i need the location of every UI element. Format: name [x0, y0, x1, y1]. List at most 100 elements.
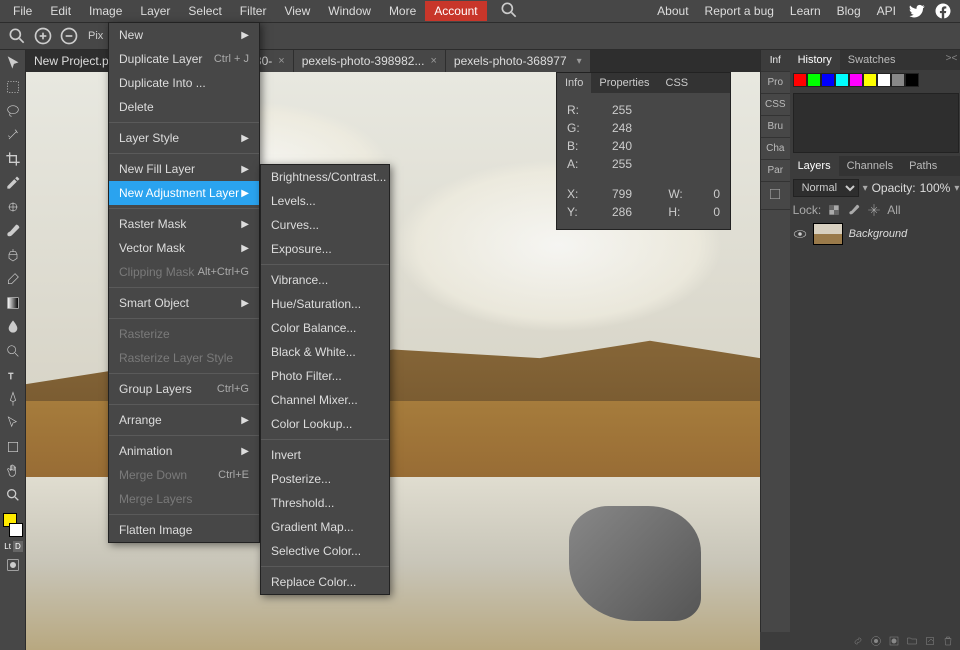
marquee-tool[interactable]	[2, 76, 24, 98]
move-tool[interactable]	[2, 52, 24, 74]
swatch[interactable]	[891, 73, 905, 87]
link-blog[interactable]: Blog	[829, 1, 869, 21]
menu-item[interactable]: New Adjustment Layer▶	[109, 181, 259, 205]
menu-item[interactable]: Flatten Image	[109, 518, 259, 542]
menu-item[interactable]: Duplicate LayerCtrl + J	[109, 47, 259, 71]
submenu-item[interactable]: Gradient Map...	[261, 515, 389, 539]
facebook-icon[interactable]	[934, 2, 952, 20]
submenu-item[interactable]: Channel Mixer...	[261, 388, 389, 412]
search-icon[interactable]	[7, 26, 27, 46]
quickmask-tool[interactable]	[2, 554, 24, 576]
menu-item[interactable]: Raster Mask▶	[109, 212, 259, 236]
submenu-item[interactable]: Black & White...	[261, 340, 389, 364]
blur-tool[interactable]	[2, 316, 24, 338]
rtab-cha[interactable]: Cha	[761, 138, 790, 160]
link-api[interactable]: API	[869, 1, 904, 21]
submenu-item[interactable]: Invert	[261, 443, 389, 467]
submenu-item[interactable]: Posterize...	[261, 467, 389, 491]
rtab-css[interactable]: CSS	[761, 94, 790, 116]
link-learn[interactable]: Learn	[782, 1, 829, 21]
color-swatches[interactable]	[1, 511, 25, 539]
submenu-item[interactable]: Hue/Saturation...	[261, 292, 389, 316]
chevron-down-icon[interactable]: ▾	[577, 56, 582, 67]
swatch[interactable]	[807, 73, 821, 87]
opacity-value[interactable]: 100%	[920, 181, 951, 195]
healing-tool[interactable]	[2, 196, 24, 218]
layer-name[interactable]: Background	[849, 228, 908, 240]
link-bug[interactable]: Report a bug	[697, 1, 782, 21]
menu-more[interactable]: More	[380, 1, 425, 21]
menu-item[interactable]: Duplicate Into ...	[109, 71, 259, 95]
pen-tool[interactable]	[2, 388, 24, 410]
search-icon[interactable]	[487, 0, 531, 26]
crop-tool[interactable]	[2, 148, 24, 170]
rtab-bru[interactable]: Bru	[761, 116, 790, 138]
menu-select[interactable]: Select	[179, 1, 230, 21]
swatch[interactable]	[849, 73, 863, 87]
shape-tool[interactable]	[2, 436, 24, 458]
tab-info[interactable]: Info	[557, 73, 591, 93]
lock-all[interactable]: All	[887, 203, 900, 217]
menu-item[interactable]: New▶	[109, 23, 259, 47]
eraser-tool[interactable]	[2, 268, 24, 290]
zoom-tool[interactable]	[2, 484, 24, 506]
submenu-item[interactable]: Brightness/Contrast...	[261, 165, 389, 189]
swatch[interactable]	[821, 73, 835, 87]
tab-css[interactable]: CSS	[658, 73, 697, 93]
path-tool[interactable]	[2, 412, 24, 434]
menu-item[interactable]: Delete	[109, 95, 259, 119]
menu-item[interactable]: Layer Style▶	[109, 126, 259, 150]
submenu-item[interactable]: Threshold...	[261, 491, 389, 515]
menu-filter[interactable]: Filter	[231, 1, 276, 21]
close-icon[interactable]: ×	[278, 55, 284, 67]
layer-row-background[interactable]: Background	[790, 220, 960, 248]
submenu-item[interactable]: Color Balance...	[261, 316, 389, 340]
swatch[interactable]	[863, 73, 877, 87]
menu-item[interactable]: Smart Object▶	[109, 291, 259, 315]
zoom-out-icon[interactable]	[59, 26, 79, 46]
menu-file[interactable]: File	[4, 1, 41, 21]
swatch[interactable]	[877, 73, 891, 87]
hand-tool[interactable]	[2, 460, 24, 482]
submenu-item[interactable]: Color Lookup...	[261, 412, 389, 436]
submenu-item[interactable]: Exposure...	[261, 237, 389, 261]
submenu-item[interactable]: Replace Color...	[261, 570, 389, 594]
rtab-pro[interactable]: Pro	[761, 72, 790, 94]
menu-account[interactable]: Account	[425, 1, 486, 21]
type-tool[interactable]: T	[2, 364, 24, 386]
blend-mode-select[interactable]: Normal	[793, 179, 859, 197]
gradient-tool[interactable]	[2, 292, 24, 314]
tab-channels[interactable]: Channels	[839, 156, 901, 176]
rtab-icon[interactable]	[761, 182, 790, 210]
panel-corner[interactable]: ><	[941, 50, 960, 70]
menu-view[interactable]: View	[275, 1, 319, 21]
submenu-item[interactable]: Levels...	[261, 189, 389, 213]
tab-history[interactable]: History	[790, 50, 840, 70]
eyedropper-tool[interactable]	[2, 172, 24, 194]
visibility-icon[interactable]	[793, 227, 807, 241]
swatch[interactable]	[793, 73, 807, 87]
dodge-tool[interactable]	[2, 340, 24, 362]
menu-item[interactable]: Vector Mask▶	[109, 236, 259, 260]
mask-icon[interactable]	[888, 635, 900, 647]
rtab-inf[interactable]: Inf	[761, 50, 790, 72]
wand-tool[interactable]	[2, 124, 24, 146]
submenu-item[interactable]: Photo Filter...	[261, 364, 389, 388]
swatch[interactable]	[905, 73, 919, 87]
swatch[interactable]	[835, 73, 849, 87]
link-about[interactable]: About	[649, 1, 696, 21]
tab-layers[interactable]: Layers	[790, 156, 839, 176]
rtab-par[interactable]: Par	[761, 160, 790, 182]
close-icon[interactable]: ×	[430, 55, 436, 67]
submenu-item[interactable]: Vibrance...	[261, 268, 389, 292]
menu-window[interactable]: Window	[319, 1, 380, 21]
lock-position-icon[interactable]	[867, 203, 881, 217]
menu-edit[interactable]: Edit	[41, 1, 80, 21]
menu-item[interactable]: Arrange▶	[109, 408, 259, 432]
folder-icon[interactable]	[906, 635, 918, 647]
brush-tool[interactable]	[2, 220, 24, 242]
menu-image[interactable]: Image	[80, 1, 131, 21]
tab-properties[interactable]: Properties	[591, 73, 657, 93]
twitter-icon[interactable]	[908, 2, 926, 20]
tab-swatches[interactable]: Swatches	[840, 50, 904, 70]
